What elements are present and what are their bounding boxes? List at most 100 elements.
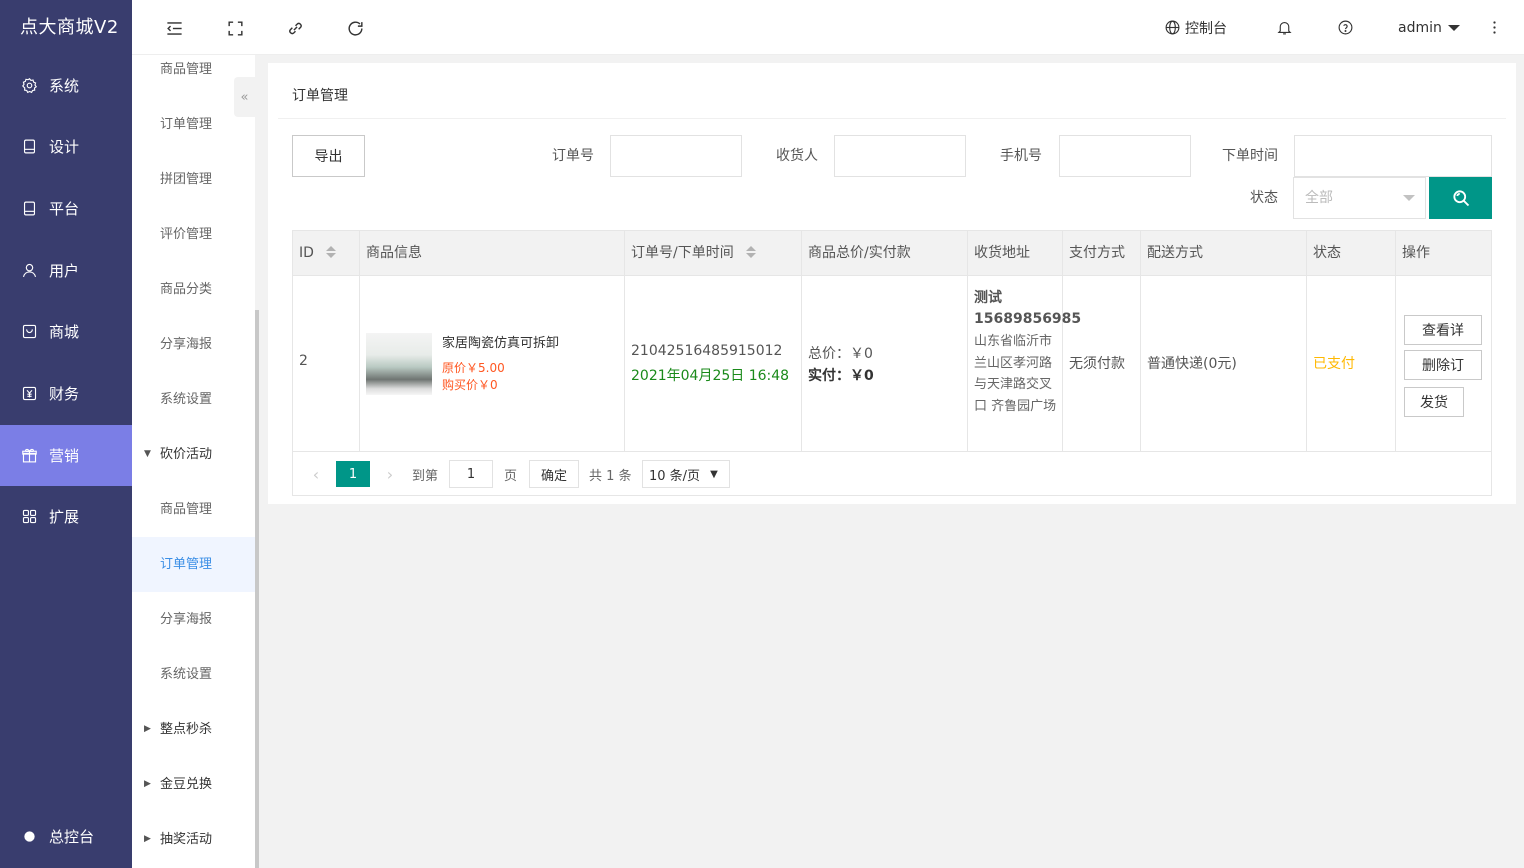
subnav-group-label: 抽奖活动 <box>160 832 213 847</box>
notification-button[interactable] <box>1276 0 1293 55</box>
sidebar-item-marketing[interactable]: 营销 <box>0 425 132 486</box>
subnav-group-bargain[interactable]: ▼ 砍价活动 <box>132 427 255 482</box>
caret-right-icon: ▶ <box>144 834 151 844</box>
next-page-icon[interactable]: › <box>379 461 401 487</box>
receiver-label: 收货人 <box>776 148 818 164</box>
subnav-item[interactable]: 系统设置 <box>132 372 255 427</box>
console-link[interactable]: 控制台 <box>1164 0 1227 55</box>
product-thumbnail[interactable] <box>366 333 432 395</box>
prev-page-icon[interactable]: ‹ <box>305 461 327 487</box>
column-id[interactable]: ID <box>293 231 360 276</box>
goto-label: 到第 <box>412 468 439 484</box>
sidebar-item-design[interactable]: 设计 <box>0 116 132 177</box>
caret-down-icon <box>1403 195 1415 201</box>
page-current[interactable]: 1 <box>336 461 370 487</box>
page-size-select[interactable]: 10 条/页 ▼ <box>642 460 730 488</box>
sidebar-item-label: 商城 <box>49 323 80 341</box>
column-delivery: 配送方式 <box>1141 231 1307 276</box>
sidebar-item-label: 用户 <box>49 262 80 280</box>
sidebar-item-console[interactable]: 总控台 <box>0 806 132 867</box>
help-icon <box>1338 20 1353 35</box>
finance-icon <box>20 385 38 403</box>
goto-page-input[interactable] <box>449 460 493 488</box>
help-button[interactable] <box>1337 0 1354 55</box>
ship-button[interactable]: 发货 <box>1404 387 1464 417</box>
page-title: 订单管理 <box>292 88 348 104</box>
subnav-item[interactable]: 系统设置 <box>132 647 255 702</box>
order-time-input[interactable] <box>1294 135 1492 177</box>
total-price: 总价：￥0 <box>808 346 873 362</box>
receiver-input[interactable] <box>834 135 966 177</box>
table-header: ID 商品信息 订单号/下单时间 商品总价/实付款 收货地址 支付方式 配送方式… <box>293 231 1491 276</box>
username: admin <box>1398 19 1442 36</box>
sidebar-item-user[interactable]: 用户 <box>0 240 132 301</box>
sidebar-item-extend[interactable]: 扩展 <box>0 486 132 547</box>
order-no-input[interactable] <box>610 135 742 177</box>
user-icon <box>20 262 38 280</box>
menu-fold-icon <box>166 21 182 35</box>
subnav-item[interactable]: 商品管理 <box>132 482 255 537</box>
sidebar-item-shop[interactable]: 商城 <box>0 301 132 362</box>
gear-icon <box>20 77 38 95</box>
sidebar-item-finance[interactable]: 财务 <box>0 363 132 424</box>
orders-table: ID 商品信息 订单号/下单时间 商品总价/实付款 收货地址 支付方式 配送方式… <box>292 230 1492 496</box>
cell-actions: 查看详 删除订 发货 <box>1396 276 1492 452</box>
caret-down-icon: ▼ <box>144 449 151 459</box>
globe-icon <box>1165 20 1180 35</box>
phone-label: 手机号 <box>1000 148 1042 164</box>
user-menu[interactable]: admin <box>1398 0 1460 55</box>
refresh-button[interactable] <box>341 14 369 42</box>
product-name: 家居陶瓷仿真可拆卸 <box>442 336 560 351</box>
view-detail-button[interactable]: 查看详 <box>1404 315 1482 345</box>
column-order-no[interactable]: 订单号/下单时间 <box>625 231 802 276</box>
sidebar-item-system[interactable]: 系统 <box>0 55 132 116</box>
caret-right-icon: ▶ <box>144 724 151 734</box>
search-button[interactable] <box>1429 177 1492 219</box>
fullscreen-button[interactable] <box>221 14 249 42</box>
receiver-name-phone: 测试 15689856985 <box>974 290 1082 327</box>
column-actions: 操作 <box>1402 245 1430 261</box>
subnav-group-bean-exchange[interactable]: ▶ 金豆兑换 <box>132 757 255 812</box>
cell-product: 家居陶瓷仿真可拆卸 原价￥5.00 购买价￥0 <box>360 276 625 452</box>
order-no-label: 订单号 <box>552 148 594 164</box>
sidebar-item-platform[interactable]: 平台 <box>0 178 132 239</box>
sort-icon[interactable] <box>326 246 337 258</box>
subnav-group-seckill[interactable]: ▶ 整点秒杀 <box>132 702 255 757</box>
subnav-item[interactable]: 评价管理 <box>132 207 255 262</box>
column-address: 收货地址 <box>968 231 1063 276</box>
cell-status: 已支付 <box>1307 276 1396 452</box>
main-sidebar: 点大商城V2 系统 设计 平台 用户 商城 财务 营销 扩展 总控台 <box>0 0 132 868</box>
cell-pay-method: 无须付款 <box>1063 276 1141 452</box>
export-button[interactable]: 导出 <box>292 135 365 177</box>
receiver-address: 山东省临沂市兰山区孝河路与天津路交叉口 齐鲁园广场 <box>974 334 1057 414</box>
grid-icon <box>20 508 38 526</box>
subnav-scrollbar[interactable] <box>255 310 259 868</box>
tablet-icon <box>20 200 38 218</box>
top-header: 控制台 admin <box>132 0 1524 55</box>
status-select[interactable]: 全部 <box>1293 177 1426 219</box>
sidebar-item-label: 平台 <box>49 200 80 218</box>
subnav-group-lottery[interactable]: ▶ 抽奖活动 <box>132 812 255 867</box>
sort-icon[interactable] <box>746 246 757 258</box>
more-button[interactable] <box>1486 0 1503 55</box>
subnav-item[interactable]: 分享海报 <box>132 317 255 372</box>
table-row: 2 家居陶瓷仿真可拆卸 原价￥5.00 购买价￥0 21042516485915… <box>293 276 1491 452</box>
delete-order-button[interactable]: 删除订 <box>1404 350 1482 380</box>
pagination: ‹ 1 › 到第 页 确定 共 1 条 10 条/页 ▼ <box>293 452 1491 495</box>
subnav-item[interactable]: 商品分类 <box>132 262 255 317</box>
goto-confirm-button[interactable]: 确定 <box>529 460 579 488</box>
phone-input[interactable] <box>1059 135 1191 177</box>
cell-id: 2 <box>293 276 360 452</box>
subnav-item[interactable]: 拼团管理 <box>132 152 255 207</box>
collapse-subnav-button[interactable]: « <box>234 77 255 117</box>
subnav-group-label: 金豆兑换 <box>160 777 213 792</box>
column-pay-method: 支付方式 <box>1063 231 1141 276</box>
page-unit-label: 页 <box>504 468 518 484</box>
subnav-item-active[interactable]: 订单管理 <box>132 537 255 592</box>
menu-toggle-button[interactable] <box>160 14 188 42</box>
sidebar-item-label: 总控台 <box>49 828 95 846</box>
sidebar-item-label: 营销 <box>49 447 80 465</box>
link-button[interactable] <box>281 14 309 42</box>
subnav-item[interactable]: 分享海报 <box>132 592 255 647</box>
more-vertical-icon <box>1493 21 1496 34</box>
